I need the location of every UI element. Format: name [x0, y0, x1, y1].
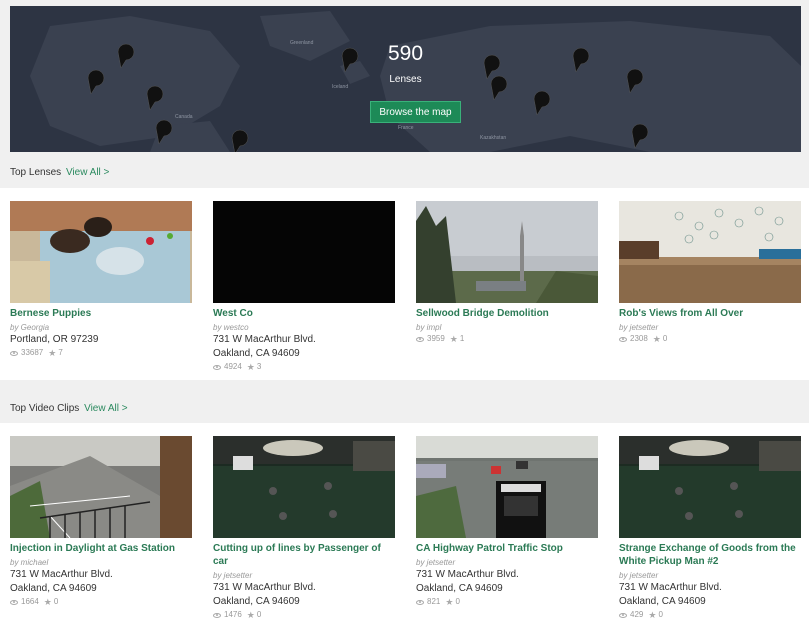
lens-title[interactable]: Bernese Puppies — [10, 307, 192, 320]
views-icon — [213, 364, 221, 370]
clip-address-line2: Oakland, CA 94609 — [10, 583, 97, 594]
lens-stars: 7 — [58, 348, 63, 357]
clip-address-line1: 731 W MacArthur Blvd. — [213, 582, 316, 593]
clip-address-line2: Oakland, CA 94609 — [213, 596, 300, 607]
lens-stats: 33687 ★ 7 — [10, 347, 192, 359]
clip-views: 1664 — [21, 597, 39, 606]
clip-card[interactable]: Cutting up of lines by Passenger of car … — [213, 436, 395, 621]
lens-address-line1: 731 W MacArthur Blvd. — [213, 334, 316, 345]
clip-card[interactable]: Strange Exchange of Goods from the White… — [619, 436, 801, 621]
clip-views: 821 — [427, 597, 441, 606]
clip-address-line2: Oakland, CA 94609 — [416, 583, 503, 594]
lens-author: by Georgia — [10, 323, 50, 332]
clip-stars: 0 — [53, 597, 59, 606]
lens-views: 33687 — [21, 348, 44, 357]
clip-title[interactable]: Injection in Daylight at Gas Station — [10, 542, 192, 555]
lens-author: by impl — [416, 323, 442, 332]
clip-author: by jetsetter — [619, 571, 659, 580]
lens-stars: 1 — [459, 334, 465, 343]
star-icon: ★ — [48, 348, 57, 358]
lens-stars: 3 — [256, 362, 262, 371]
lens-thumbnail[interactable] — [416, 201, 598, 303]
map-hero: Greenland Iceland Canada France Kazakhst… — [10, 6, 801, 152]
clip-address-line1: 731 W MacArthur Blvd. — [619, 582, 722, 593]
clip-author: by jetsetter — [416, 558, 456, 567]
clip-author: by michael — [10, 558, 49, 567]
star-icon: ★ — [246, 362, 255, 372]
clip-stats: 821 ★ 0 — [416, 596, 598, 608]
clip-stars: 0 — [256, 610, 262, 619]
lens-card[interactable]: Sellwood Bridge Demolition by impl 3959 … — [416, 201, 598, 345]
clip-stars: 0 — [455, 597, 460, 606]
lens-address-line1: Portland, OR 97239 — [10, 334, 99, 345]
clip-title[interactable]: CA Highway Patrol Traffic Stop — [416, 542, 598, 555]
clip-title[interactable]: Cutting up of lines by Passenger of car — [213, 542, 395, 568]
lens-count-label: Lenses — [389, 74, 422, 85]
lens-views: 2308 — [630, 334, 648, 343]
lens-card[interactable]: Bernese Puppies by Georgia Portland, OR … — [10, 201, 192, 359]
views-icon — [10, 599, 18, 605]
views-icon — [416, 599, 424, 605]
map-label-kazakhstan: Kazakhstan — [480, 135, 506, 141]
clip-card[interactable]: CA Highway Patrol Traffic Stop by jetset… — [416, 436, 598, 608]
clip-stats: 429 ★ 0 — [619, 609, 801, 621]
views-icon — [619, 336, 627, 342]
top-clips-panel: Injection in Daylight at Gas Station by … — [0, 423, 809, 627]
star-icon: ★ — [449, 334, 458, 344]
map-label-canada: Canada — [175, 114, 193, 120]
top-lenses-panel: Bernese Puppies by Georgia Portland, OR … — [0, 188, 809, 380]
lens-stats: 3959 ★ 1 — [416, 333, 598, 345]
lens-card[interactable]: Rob's Views from All Over by jetsetter 2… — [619, 201, 801, 345]
top-lenses-heading: Top Lenses View All > — [10, 167, 109, 178]
lens-card[interactable]: West Co by westco 731 W MacArthur Blvd. … — [213, 201, 395, 373]
lens-thumbnail[interactable] — [213, 201, 395, 303]
clip-stars: 0 — [658, 610, 663, 619]
lens-thumbnail[interactable] — [619, 201, 801, 303]
lens-author: by jetsetter — [619, 323, 659, 332]
lens-stats: 4924 ★ 3 — [213, 361, 395, 373]
top-clips-view-all-link[interactable]: View All > — [84, 403, 127, 414]
lens-address-line2: Oakland, CA 94609 — [213, 348, 300, 359]
clip-thumbnail[interactable] — [619, 436, 801, 538]
star-icon: ★ — [445, 597, 454, 607]
lens-views: 4924 — [224, 362, 242, 371]
top-clips-title: Top Video Clips — [10, 403, 80, 414]
top-lenses-view-all-link[interactable]: View All > — [66, 167, 109, 178]
clip-thumbnail[interactable] — [213, 436, 395, 538]
views-icon — [213, 612, 221, 618]
star-icon: ★ — [43, 597, 52, 607]
star-icon: ★ — [652, 334, 661, 344]
clip-address-line1: 731 W MacArthur Blvd. — [10, 569, 113, 580]
top-clips-heading: Top Video Clips View All > — [10, 403, 128, 414]
lens-title[interactable]: West Co — [213, 307, 395, 320]
browse-map-button[interactable]: Browse the map — [370, 101, 461, 123]
clip-views: 429 — [630, 610, 644, 619]
clip-stats: 1664 ★ 0 — [10, 596, 192, 608]
views-icon — [416, 336, 424, 342]
lens-stats: 2308 ★ 0 — [619, 333, 801, 345]
lens-count: 590 — [387, 42, 424, 65]
top-lenses-title: Top Lenses — [10, 167, 62, 178]
lens-title[interactable]: Rob's Views from All Over — [619, 307, 801, 320]
clip-views: 1476 — [224, 610, 242, 619]
clip-stats: 1476 ★ 0 — [213, 609, 395, 621]
views-icon — [10, 350, 18, 356]
lens-stars: 0 — [662, 334, 668, 343]
lens-title[interactable]: Sellwood Bridge Demolition — [416, 307, 598, 320]
clip-address-line2: Oakland, CA 94609 — [619, 596, 706, 607]
clip-address-line1: 731 W MacArthur Blvd. — [416, 569, 519, 580]
map-label-france: France — [398, 125, 414, 131]
lens-thumbnail[interactable] — [10, 201, 192, 303]
clip-author: by jetsetter — [213, 571, 253, 580]
star-icon: ★ — [246, 610, 255, 620]
star-icon: ★ — [648, 610, 657, 620]
clip-thumbnail[interactable] — [416, 436, 598, 538]
clip-card[interactable]: Injection in Daylight at Gas Station by … — [10, 436, 192, 608]
clip-title[interactable]: Strange Exchange of Goods from the White… — [619, 542, 801, 568]
views-icon — [619, 612, 627, 618]
clip-thumbnail[interactable] — [10, 436, 192, 538]
lens-author: by westco — [213, 323, 249, 332]
lens-views: 3959 — [427, 334, 445, 343]
